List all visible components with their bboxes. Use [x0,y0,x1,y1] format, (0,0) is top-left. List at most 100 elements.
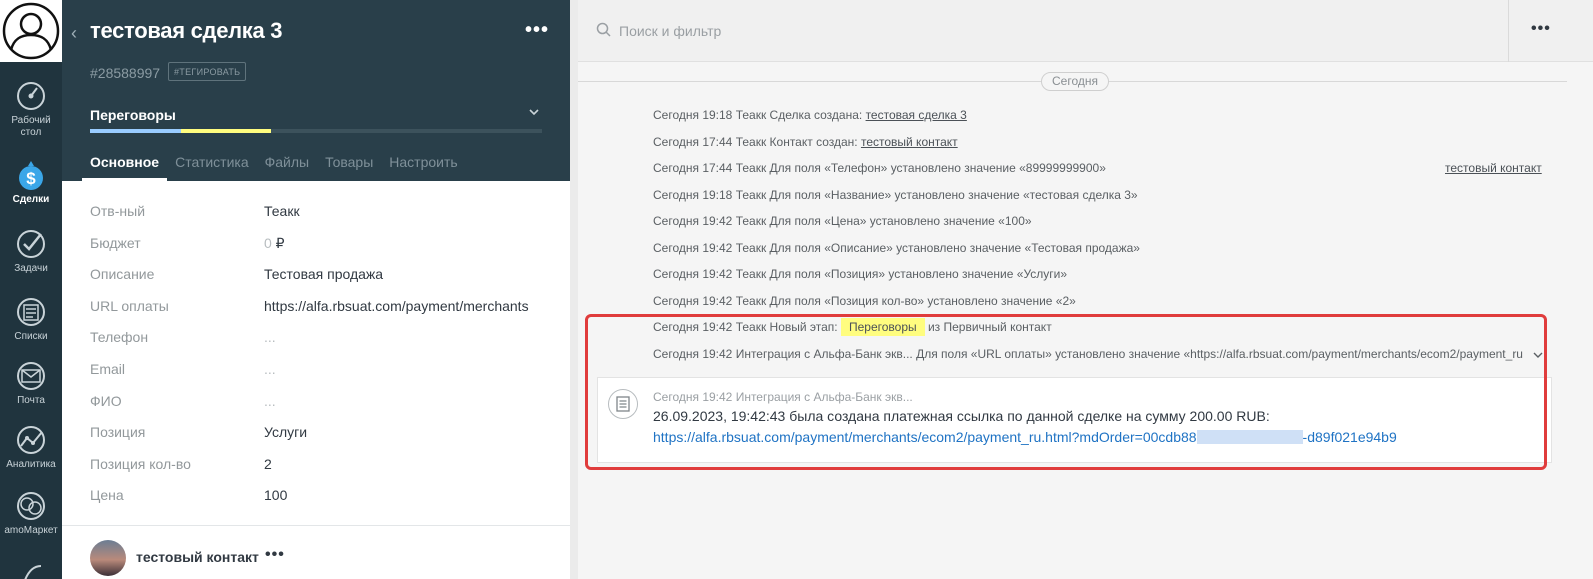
deal-tabs: Основное Статистика Файлы Товары Настрои… [82,150,466,181]
nav-analytics[interactable]: Аналитика [0,424,62,471]
field-row-price: Цена 100 [90,484,550,516]
contact-avatar[interactable] [90,540,126,576]
nav-dashboard-label-2: стол [20,127,42,138]
feed-event-text: Сегодня 19:42 Теакк Для поля «Цена» уста… [653,214,1032,228]
field-value-budget[interactable]: 0 ₽ [264,235,285,252]
field-row-position-qty: Позиция кол-во 2 [90,453,550,485]
stage-select[interactable]: Переговоры [90,107,176,123]
divider [1508,0,1509,62]
nav-market[interactable]: amoМаркет [0,490,62,537]
feed-event: Сегодня 19:42 Теакк Для поля «Цена» уста… [653,214,1032,228]
deal-more-button[interactable]: ••• [525,19,549,42]
nav-dashboard[interactable]: Рабочий стол [0,80,62,139]
search-bar[interactable] [578,0,1593,62]
field-label: Описание [90,266,155,283]
dashboard-icon [17,82,45,110]
field-row-responsible: Отв-ный Теакк [90,200,550,232]
field-value-email[interactable]: ... [264,361,276,377]
budget-amount: 0 [264,234,272,251]
feed-event-text: Сегодня 17:44 Теакк Контакт создан: [653,135,861,149]
nav-mail-label: Почта [17,395,45,406]
nav-tasks[interactable]: Задачи [0,228,62,275]
chevron-down-icon[interactable] [528,106,540,118]
tab-main[interactable]: Основное [82,150,168,181]
more-nav-icon [24,565,42,579]
field-label: Отв-ный [90,203,146,219]
feed-event: Сегодня 19:18 Теакк Сделка создана: тест… [653,108,967,122]
field-value-description[interactable]: Тестовая продажа [264,266,383,282]
nav-tasks-label: Задачи [14,263,48,274]
deal-card: ‹ тестовая сделка 3 ••• #28588997 #ТЕГИР… [62,0,570,579]
svg-text:$: $ [26,169,36,188]
contact-name[interactable]: тестовый контакт [136,549,259,565]
field-value-position-qty[interactable]: 2 [264,456,272,472]
date-divider-label: Сегодня [1041,72,1109,91]
field-row-payment-url: URL оплаты https://alfa.rbsuat.com/payme… [90,295,550,327]
feed-event: Сегодня 19:42 Теакк Для поля «Позиция» у… [653,267,1067,281]
back-chevron-icon[interactable]: ‹ [71,23,77,44]
divider [62,525,570,526]
nav-analytics-label: Аналитика [6,459,56,470]
tag-button[interactable]: #ТЕГИРОВАТЬ [168,62,247,81]
deal-fields: Отв-ный Теакк Бюджет 0 ₽ Описание Тестов… [90,200,550,516]
feed-event-link[interactable]: тестовая сделка 3 [866,108,967,122]
tab-products[interactable]: Товары [317,150,381,181]
field-value-responsible[interactable]: Теакк [264,203,300,219]
tab-statistics[interactable]: Статистика [167,150,257,181]
field-row-budget: Бюджет 0 ₽ [90,232,550,264]
market-icon [17,492,45,520]
nav-rail: Рабочий стол $ Сделки Задачи Списки Почт… [0,0,62,579]
feed-event: Сегодня 17:44 Теакк Контакт создан: тест… [653,135,958,149]
field-label: Бюджет [90,234,141,251]
deal-card-header: ‹ тестовая сделка 3 ••• #28588997 #ТЕГИР… [62,0,570,181]
deal-title[interactable]: тестовая сделка 3 [90,18,283,44]
feed-event: Сегодня 19:42 Теакк Для поля «Описание» … [653,241,1140,255]
feed-event-text: Сегодня 19:42 Теакк Для поля «Описание» … [653,241,1140,255]
field-row-description: Описание Тестовая продажа [90,263,550,295]
field-label: ФИО [90,392,122,409]
field-row-position: Позиция Услуги [90,421,550,453]
field-value-position[interactable]: Услуги [264,424,307,440]
tab-files[interactable]: Файлы [257,150,317,181]
nav-mail[interactable]: Почта [0,360,62,407]
mail-icon [17,362,45,390]
field-label: Цена [90,487,124,504]
search-input[interactable]: Поиск и фильтр [619,23,721,39]
check-icon [17,230,45,258]
feed-more-button[interactable]: ••• [1531,20,1551,38]
feed-event-text: Сегодня 19:42 Теакк Для поля «Позиция» у… [653,267,1068,281]
field-label: Позиция кол-во [90,455,191,472]
currency-symbol: ₽ [271,234,285,251]
field-label: Телефон [90,329,149,346]
feed-event-link[interactable]: тестовый контакт [861,135,958,149]
nav-more[interactable] [0,558,62,579]
feed-event-text: Сегодня 19:18 Теакк Сделка создана: [653,108,866,122]
contact-more-button[interactable]: ••• [265,546,285,564]
tab-settings[interactable]: Настроить [381,150,465,181]
field-label: URL оплаты [90,297,169,314]
field-label: Позиция [90,424,146,441]
nav-dashboard-label-1: Рабочий [11,115,51,126]
nav-lists[interactable]: Списки [0,296,62,343]
nav-market-label: amoМаркет [4,525,58,536]
field-value-payment-url[interactable]: https://alfa.rbsuat.com/payment/merchant… [264,298,529,314]
search-icon[interactable] [596,22,612,38]
feed-event-text: Сегодня 19:18 Теакк Для поля «Название» … [653,188,1138,202]
feed-event-contact-link[interactable]: тестовый контакт [1445,161,1542,175]
user-avatar[interactable] [0,0,62,62]
nav-deals[interactable]: $ Сделки [0,159,62,206]
feed-event: Сегодня 19:18 Теакк Для поля «Название» … [653,188,1138,202]
feed-event-text: Сегодня 19:42 Теакк Для поля «Позиция ко… [653,294,1076,308]
deal-id: #28588997 [90,65,161,81]
field-label: Email [90,360,126,377]
field-value-phone[interactable]: ... [264,329,276,345]
field-value-price[interactable]: 100 [264,487,287,503]
field-row-email: Email ... [90,358,550,390]
list-icon [17,298,45,326]
field-value-fio[interactable]: ... [264,393,276,409]
nav-deals-label: Сделки [12,194,50,205]
user-avatar-icon [2,2,60,60]
highlight-frame [585,314,1547,470]
feed-event: Сегодня 19:42 Теакк Для поля «Позиция ко… [653,294,1076,308]
stage-progress-bar [90,129,542,133]
